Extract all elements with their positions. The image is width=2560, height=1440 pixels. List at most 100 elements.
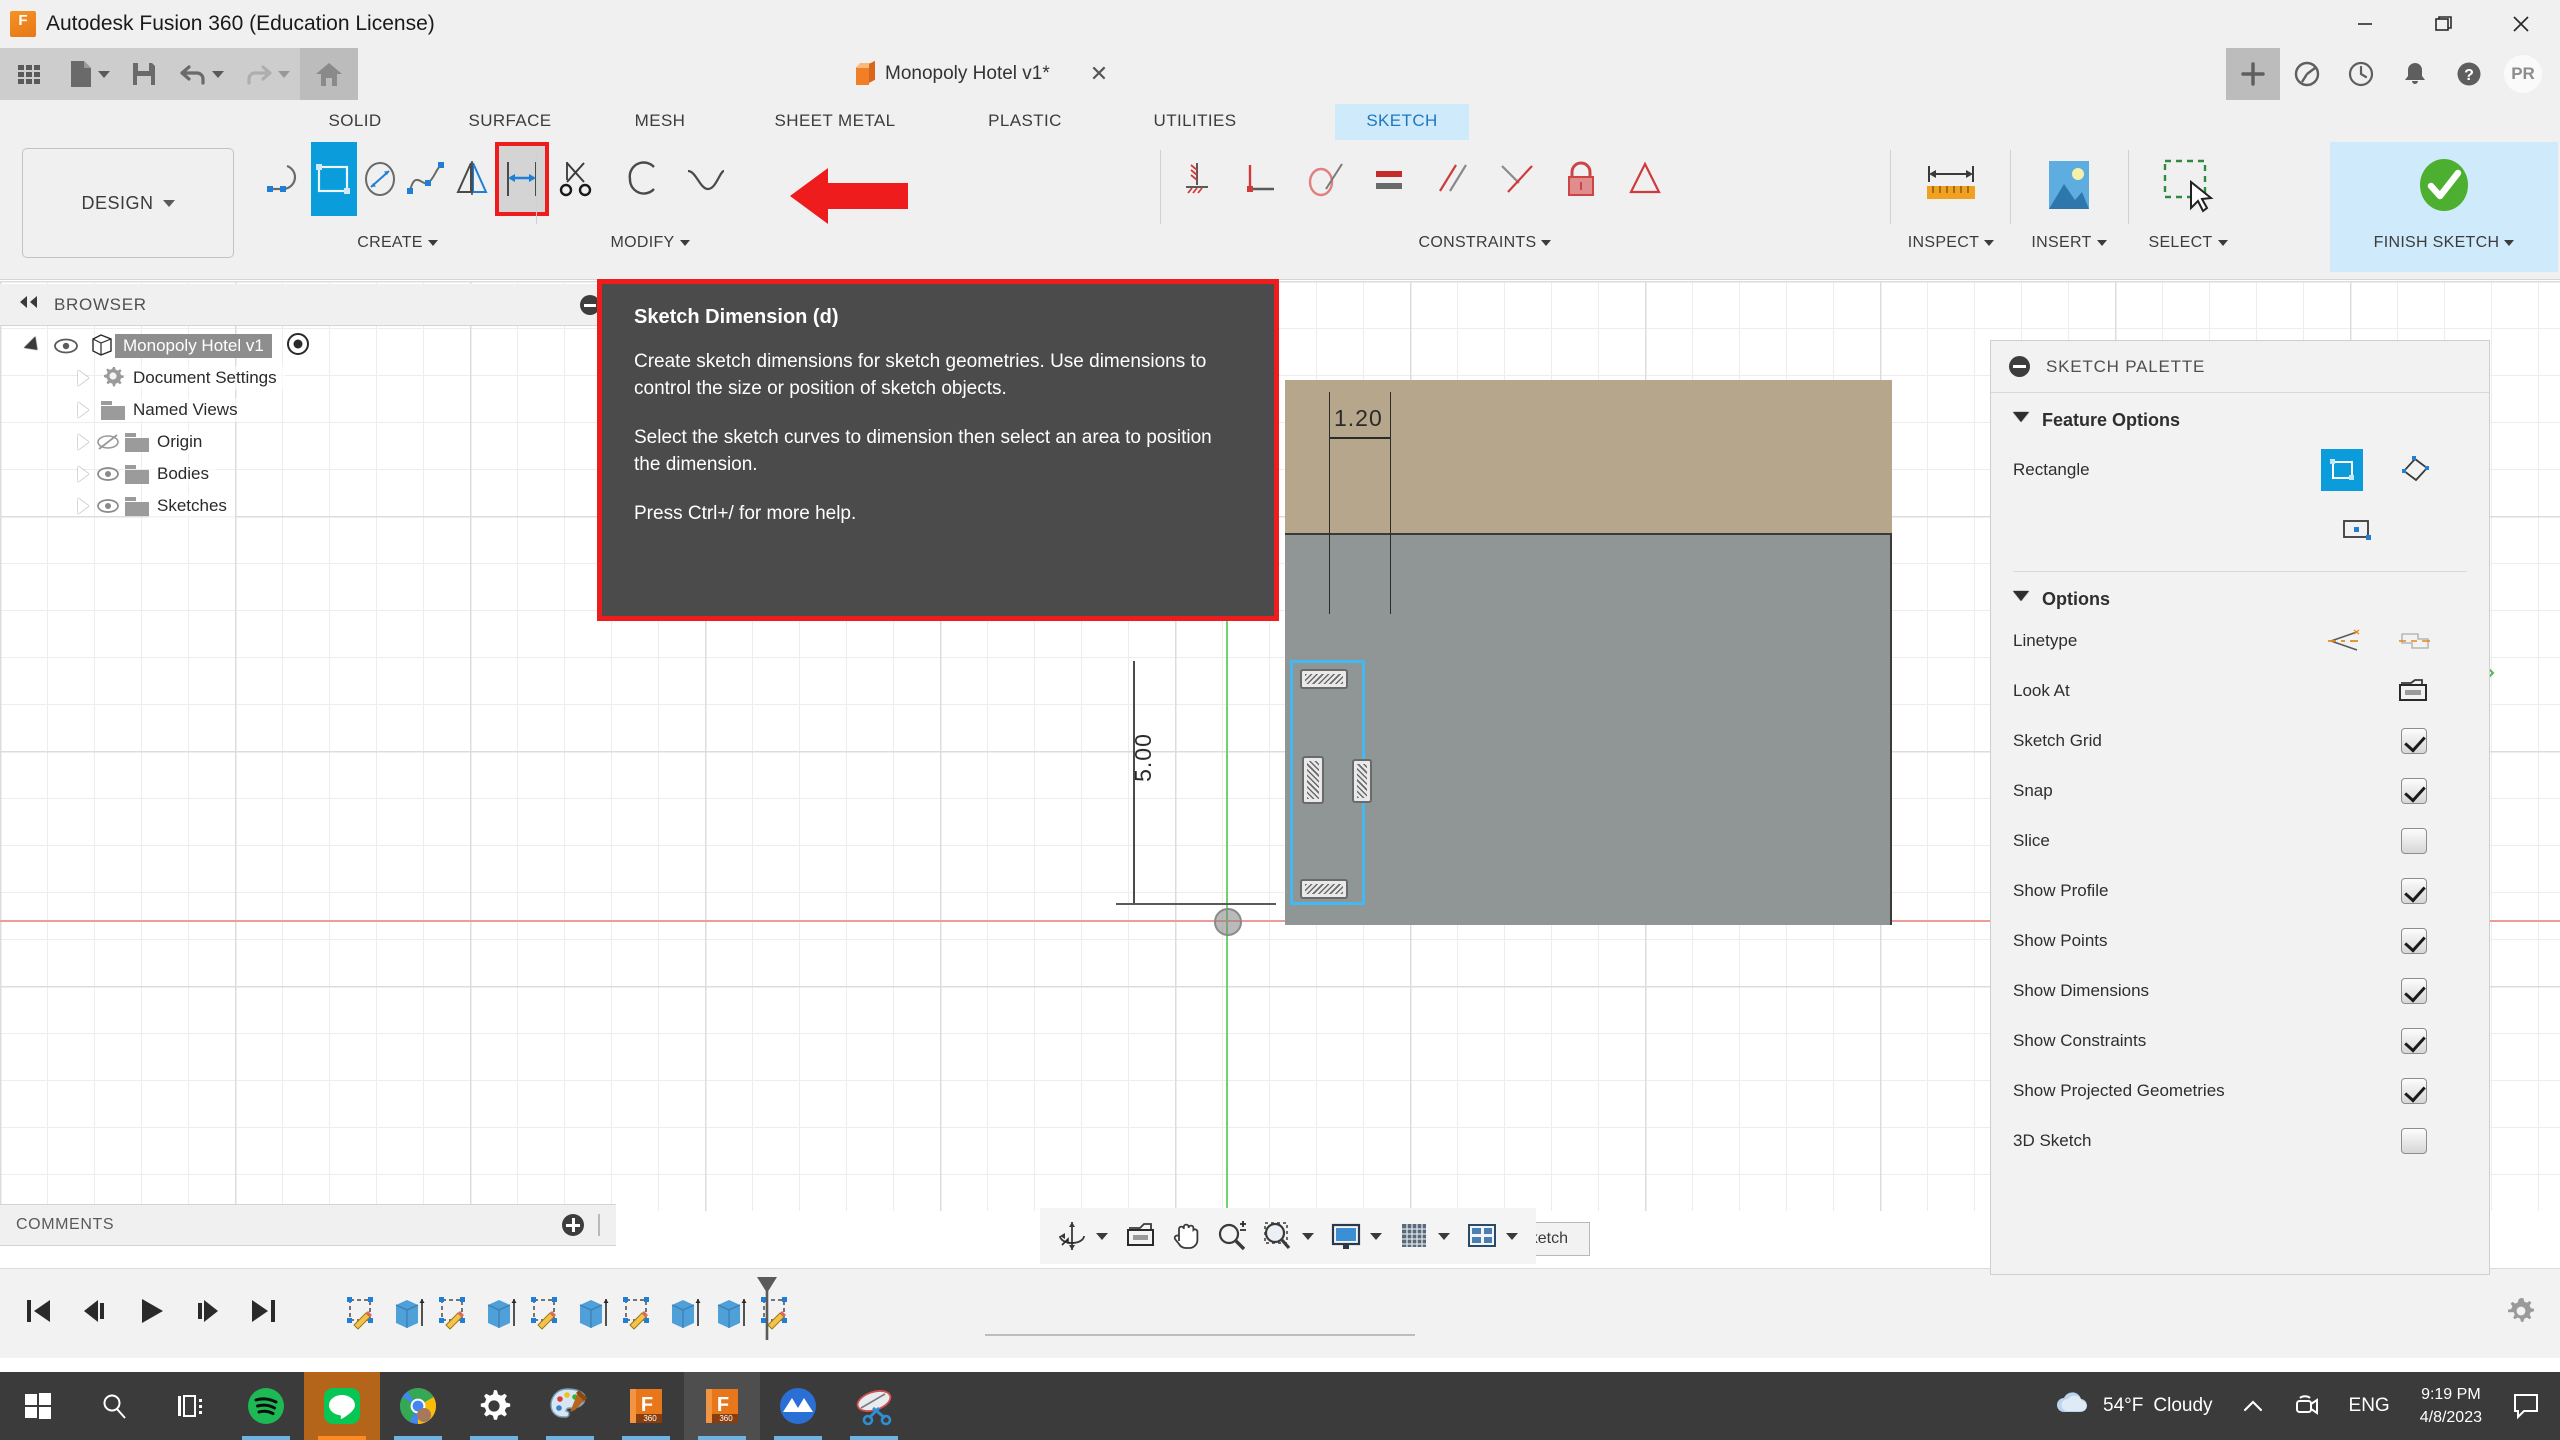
activate-component-icon[interactable]: [286, 332, 310, 361]
timeline-feature-sketch[interactable]: [616, 1291, 658, 1337]
constraint-badge-vertical[interactable]: [1302, 756, 1324, 804]
model-face-top[interactable]: [1285, 380, 1892, 535]
palette-row-3d-sketch[interactable]: 3D Sketch: [1991, 1116, 2489, 1166]
constraint-badge-horizontal[interactable]: [1300, 669, 1348, 689]
orbit-icon[interactable]: [1050, 1212, 1094, 1260]
line-icon[interactable]: [265, 142, 311, 216]
symmetry-icon[interactable]: [1613, 142, 1677, 216]
tab-surface[interactable]: SURFACE: [430, 104, 590, 140]
tab-sheet-metal[interactable]: SHEET METAL: [740, 104, 930, 140]
timeline-feature-extrude[interactable]: [708, 1291, 750, 1337]
camera-icon[interactable]: [2279, 1372, 2335, 1440]
chevron-down-icon[interactable]: [1506, 1233, 1518, 1240]
fusion360-icon[interactable]: F 360: [684, 1372, 760, 1440]
timeline-feature-sketch[interactable]: [524, 1291, 566, 1337]
tree-item-root[interactable]: Monopoly Hotel v1: [0, 330, 616, 362]
palette-row-show-profile[interactable]: Show Profile: [1991, 866, 2489, 916]
search-icon[interactable]: [76, 1372, 152, 1440]
look-at-icon[interactable]: [2395, 676, 2431, 706]
redo-icon[interactable]: [234, 48, 300, 100]
comments-bar[interactable]: COMMENTS: [0, 1204, 616, 1246]
timeline-marker[interactable]: [756, 1276, 778, 1340]
grid-snap-icon[interactable]: [1392, 1212, 1436, 1260]
show-constraints-checkbox[interactable]: [2401, 1028, 2427, 1054]
skip-to-start-icon[interactable]: [22, 1294, 56, 1333]
task-view-icon[interactable]: [152, 1372, 228, 1440]
undo-icon[interactable]: [168, 48, 234, 100]
timeline-feature-sketch[interactable]: [432, 1291, 474, 1337]
expand-arrow-icon[interactable]: [78, 498, 89, 514]
tab-utilities[interactable]: UTILITIES: [1115, 104, 1275, 140]
avatar[interactable]: PR: [2504, 55, 2542, 93]
palette-row-show-points[interactable]: Show Points: [1991, 916, 2489, 966]
chevron-down-icon[interactable]: [1984, 240, 1994, 246]
finish-sketch-button[interactable]: FINISH SKETCH: [2330, 142, 2558, 272]
eye-hidden-icon[interactable]: [95, 433, 121, 451]
chevron-down-icon[interactable]: [428, 240, 438, 246]
2-point-rectangle-icon[interactable]: [2321, 449, 2363, 491]
tangent-icon[interactable]: [1293, 142, 1357, 216]
palette-row-snap[interactable]: Snap: [1991, 766, 2489, 816]
3d-sketch-checkbox[interactable]: [2401, 1128, 2427, 1154]
chevron-down-icon[interactable]: [2218, 240, 2228, 246]
paint-icon[interactable]: [532, 1372, 608, 1440]
eye-icon[interactable]: [95, 465, 121, 483]
zoom-window-icon[interactable]: [1256, 1212, 1300, 1260]
eye-icon[interactable]: [95, 497, 121, 515]
step-forward-icon[interactable]: [190, 1294, 224, 1333]
spline-icon[interactable]: [403, 142, 449, 216]
palette-row-sketch-grid[interactable]: Sketch Grid: [1991, 716, 2489, 766]
extension-icon[interactable]: [2280, 48, 2334, 100]
timeline-feature-extrude[interactable]: [386, 1291, 428, 1337]
chevron-down-icon[interactable]: [1370, 1233, 1382, 1240]
tree-item-origin[interactable]: Origin: [0, 426, 616, 458]
spotify-icon[interactable]: [228, 1372, 304, 1440]
offset-icon[interactable]: [609, 142, 673, 216]
chevron-down-icon[interactable]: [1541, 240, 1551, 246]
chevron-down-icon[interactable]: [278, 71, 290, 78]
palette-row-show-constraints[interactable]: Show Constraints: [1991, 1016, 2489, 1066]
skip-to-end-icon[interactable]: [246, 1294, 280, 1333]
maximize-button[interactable]: [2404, 0, 2482, 48]
windows-start-icon[interactable]: [0, 1372, 76, 1440]
palette-row-show-projected-geometries[interactable]: Show Projected Geometries: [1991, 1066, 2489, 1116]
construction-line-icon[interactable]: [2327, 626, 2363, 656]
action-center-icon[interactable]: [2498, 1372, 2554, 1440]
minimize-button[interactable]: [2326, 0, 2404, 48]
document-tab-close-button[interactable]: ✕: [1090, 61, 1108, 87]
sketch-dimension-icon[interactable]: [495, 142, 549, 216]
tree-item-document-settings[interactable]: Document Settings: [0, 362, 616, 394]
look-at-icon[interactable]: [1118, 1212, 1162, 1260]
expand-arrow-icon[interactable]: [78, 402, 89, 418]
equal-icon[interactable]: [1357, 142, 1421, 216]
timeline-feature-extrude[interactable]: [478, 1291, 520, 1337]
settings-gear-icon[interactable]: [456, 1372, 532, 1440]
chevron-down-icon[interactable]: [2097, 240, 2107, 246]
help-icon[interactable]: ?: [2442, 48, 2496, 100]
new-document-icon[interactable]: [58, 48, 120, 100]
tab-plastic[interactable]: PLASTIC: [955, 104, 1095, 140]
show-hidden-icons-icon[interactable]: [2227, 1372, 2279, 1440]
chevron-down-icon[interactable]: [680, 240, 690, 246]
show-profile-checkbox[interactable]: [2401, 878, 2427, 904]
section-options[interactable]: Options: [1991, 572, 2489, 616]
sketch-grid-checkbox[interactable]: [2401, 728, 2427, 754]
palette-row-show-dimensions[interactable]: Show Dimensions: [1991, 966, 2489, 1016]
palette-row-slice[interactable]: Slice: [1991, 816, 2489, 866]
language-indicator[interactable]: ENG: [2335, 1372, 2404, 1440]
center-rectangle-icon[interactable]: [2339, 515, 2375, 545]
tab-sketch[interactable]: SKETCH: [1335, 104, 1469, 140]
collapse-left-icon[interactable]: [16, 294, 40, 315]
play-icon[interactable]: [134, 1294, 168, 1333]
show-projected-geometries-checkbox[interactable]: [2401, 1078, 2427, 1104]
add-tab-button[interactable]: [2226, 48, 2280, 100]
expand-arrow-icon[interactable]: [78, 466, 89, 482]
chevron-down-icon[interactable]: [1438, 1233, 1450, 1240]
model-face-front[interactable]: [1285, 535, 1892, 925]
dimension-value-horizontal[interactable]: 1.20: [1334, 405, 1383, 432]
show-dimensions-checkbox[interactable]: [2401, 978, 2427, 1004]
chrome-icon[interactable]: [380, 1372, 456, 1440]
step-back-icon[interactable]: [78, 1294, 112, 1333]
insert-button[interactable]: INSERT: [2013, 142, 2125, 272]
tab-mesh[interactable]: MESH: [600, 104, 720, 140]
